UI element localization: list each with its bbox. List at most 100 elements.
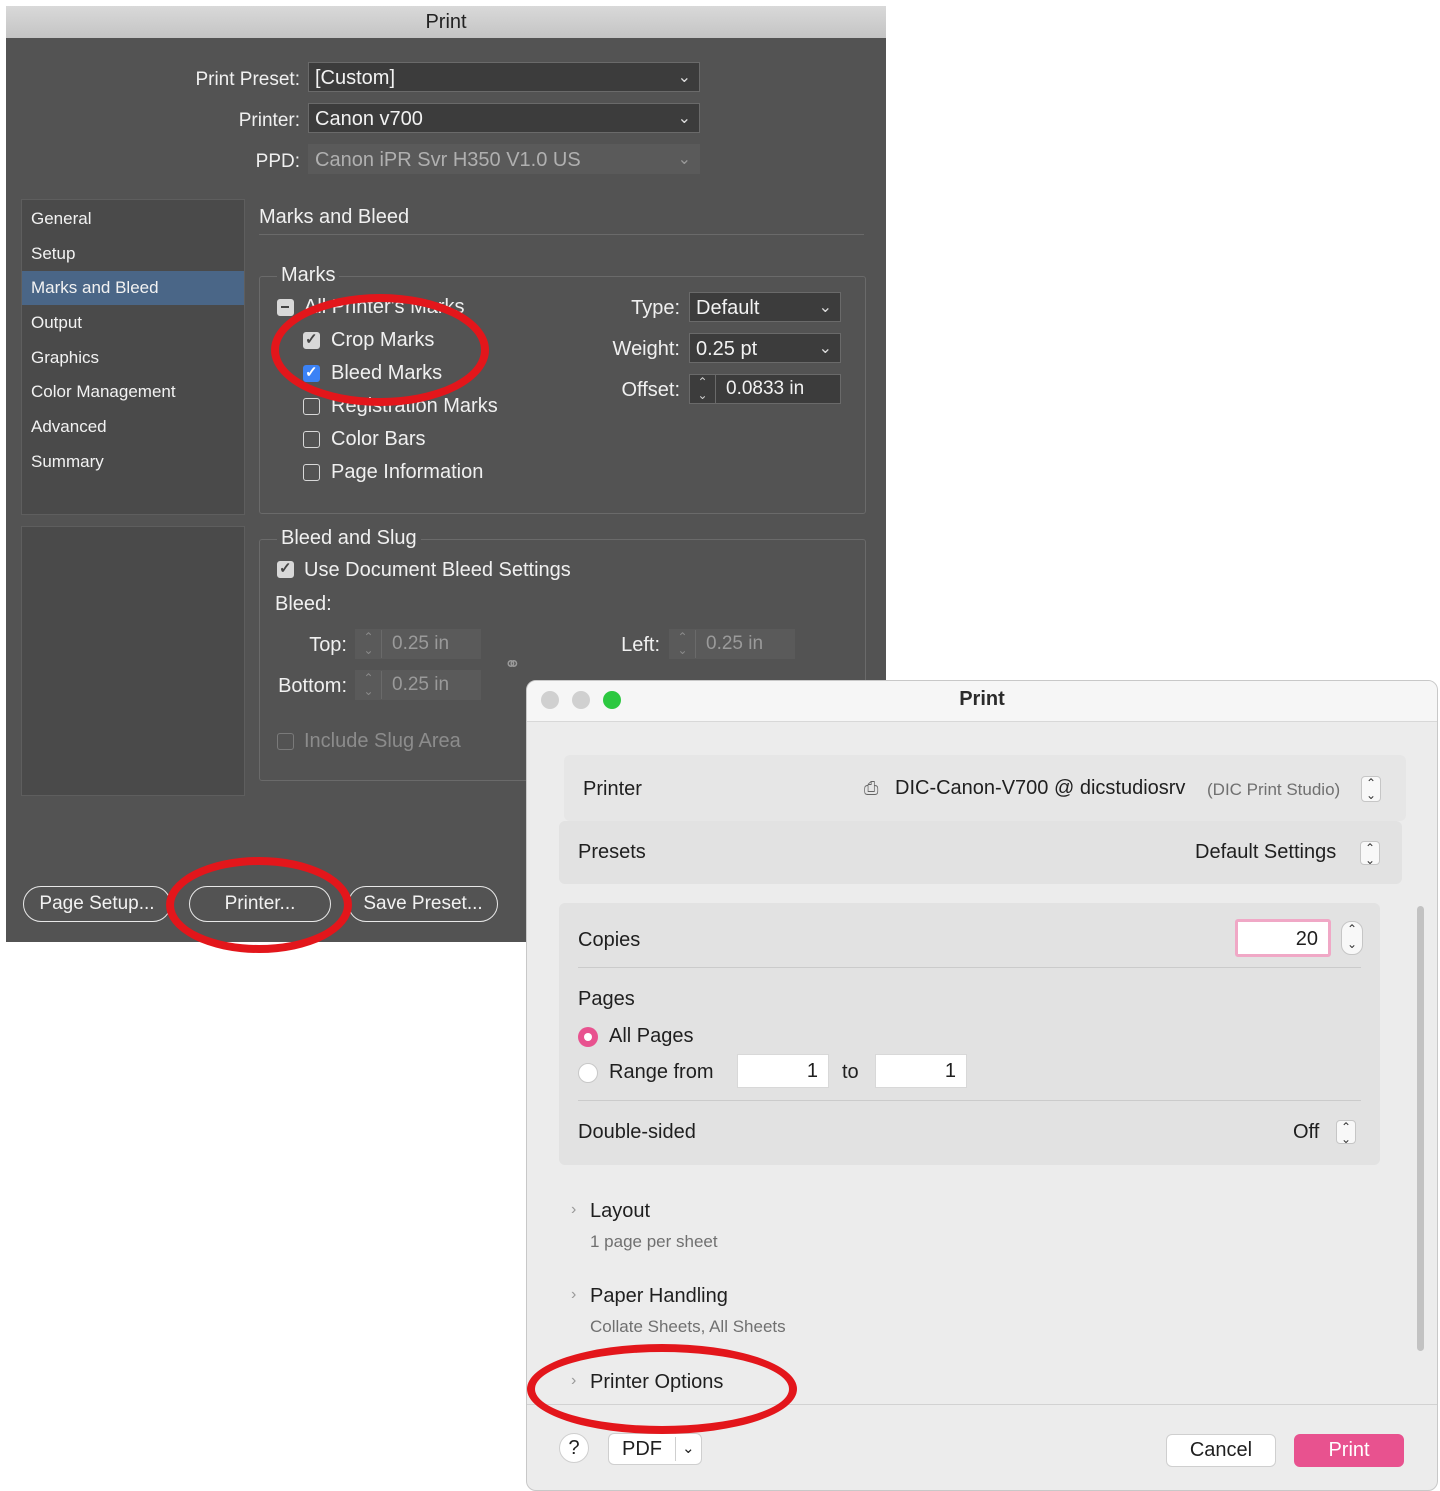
- range-to-label: to: [842, 1061, 859, 1083]
- presets-label: Presets: [578, 841, 646, 863]
- top-label: Top:: [309, 634, 347, 656]
- range-radio[interactable]: [578, 1063, 598, 1083]
- nav-item-general[interactable]: General: [22, 202, 244, 236]
- range-end-input[interactable]: 1: [875, 1054, 967, 1088]
- disclosure-chevron-icon[interactable]: ›: [571, 1372, 576, 1390]
- ppd-label: PPD:: [255, 151, 300, 172]
- radio-dot: [584, 1033, 592, 1041]
- preview-panel: [21, 526, 245, 796]
- use-document-bleed-checkbox[interactable]: [277, 559, 294, 578]
- registration-marks-checkbox[interactable]: [303, 398, 320, 415]
- divider: [578, 1100, 1361, 1101]
- paper-handling-title[interactable]: Paper Handling: [590, 1285, 728, 1308]
- all-printers-marks-label: All Printer's Marks: [304, 296, 465, 318]
- bottom-bleed-stepper: ⌃ ⌄ 0.25 in: [355, 670, 481, 700]
- print-preset-dropdown[interactable]: [Custom] ⌄: [308, 62, 700, 92]
- up-down-chevron-icon[interactable]: ⌃ ⌄: [1361, 776, 1381, 802]
- page-setup-button[interactable]: Page Setup...: [23, 886, 171, 922]
- save-preset-button[interactable]: Save Preset...: [348, 886, 498, 922]
- pdf-label: PDF: [622, 1438, 662, 1460]
- chevron-down-icon: ⌄: [818, 340, 832, 357]
- chevron-down-icon: ⌄: [677, 151, 691, 168]
- divider: [675, 1437, 676, 1461]
- copies-stepper[interactable]: ⌃ ⌄: [1341, 921, 1363, 955]
- stepper-icon[interactable]: ⌃ ⌄: [690, 375, 716, 403]
- print-button[interactable]: Print: [1294, 1434, 1404, 1467]
- disclosure-chevron-icon[interactable]: ›: [571, 1286, 576, 1304]
- print-preset-value: [Custom]: [315, 67, 396, 89]
- type-dropdown[interactable]: Default ⌄: [689, 292, 841, 322]
- registration-marks-label: Registration Marks: [331, 395, 498, 417]
- bleed-marks-checkbox[interactable]: [303, 363, 320, 382]
- presets-value: Default Settings: [1195, 841, 1337, 863]
- ppd-dropdown: Canon iPR Svr H350 V1.0 US ⌄: [308, 144, 700, 174]
- bottom-label: Bottom:: [278, 675, 347, 697]
- printer-value: Canon v700: [315, 108, 423, 130]
- printer-label: Printer:: [238, 110, 300, 131]
- nav-item-advanced[interactable]: Advanced: [22, 410, 244, 444]
- presets-row[interactable]: Presets Default Settings ⌃ ⌄: [559, 821, 1402, 884]
- disclosure-chevron-icon[interactable]: ›: [571, 1201, 576, 1219]
- left-bleed-value: 0.25 in: [706, 633, 764, 654]
- up-down-chevron-icon[interactable]: ⌃ ⌄: [1336, 1120, 1356, 1145]
- nav-item-graphics[interactable]: Graphics: [22, 341, 244, 375]
- dialog-title: Print: [959, 688, 1005, 710]
- divider: [578, 967, 1361, 968]
- copies-input[interactable]: 20: [1235, 919, 1331, 957]
- printer-dropdown[interactable]: Canon v700 ⌄: [308, 103, 700, 133]
- range-from-label: Range from: [609, 1061, 714, 1083]
- divider: [527, 1404, 1437, 1405]
- chevron-down-icon: ⌄: [677, 110, 691, 127]
- stepper-icon: ⌃ ⌄: [670, 630, 696, 658]
- chain-link-icon[interactable]: ⚭: [504, 652, 521, 677]
- divider: [259, 234, 864, 235]
- nav-item-setup[interactable]: Setup: [22, 237, 244, 271]
- bleed-label: Bleed:: [275, 593, 332, 615]
- include-slug-checkbox: [277, 733, 294, 750]
- offset-stepper[interactable]: ⌃ ⌄ 0.0833 in: [689, 374, 841, 404]
- section-title: Marks and Bleed: [259, 206, 410, 228]
- type-label: Type:: [631, 297, 680, 319]
- crop-marks-checkbox[interactable]: [303, 330, 320, 349]
- scrollbar[interactable]: [1417, 906, 1424, 1351]
- bottom-bleed-value: 0.25 in: [392, 674, 450, 695]
- macos-print-dialog: Print Printer ⎙ DIC-Canon-V700 @ dicstud…: [526, 680, 1438, 1491]
- double-sided-value[interactable]: Off: [1293, 1121, 1319, 1144]
- printer-options-title[interactable]: Printer Options: [590, 1371, 723, 1394]
- crop-marks-label: Crop Marks: [331, 329, 435, 351]
- printer-location: (DIC Print Studio): [1207, 780, 1341, 799]
- page-information-label: Page Information: [331, 461, 484, 483]
- top-bleed-value: 0.25 in: [392, 633, 450, 654]
- use-document-bleed-label: Use Document Bleed Settings: [304, 559, 571, 581]
- marks-group-label: Marks: [277, 264, 340, 287]
- title-bar: Print: [527, 681, 1437, 722]
- layout-subtitle: 1 page per sheet: [590, 1232, 718, 1251]
- page-information-checkbox[interactable]: [303, 464, 320, 481]
- all-pages-radio[interactable]: [578, 1027, 598, 1047]
- pdf-menu-button[interactable]: PDF ⌄: [608, 1433, 702, 1465]
- dialog-title: Print: [6, 6, 886, 38]
- nav-item-summary[interactable]: Summary: [22, 445, 244, 479]
- copies-pages-card: Copies 20 ⌃ ⌄ Pages All Pages Range from …: [559, 903, 1380, 1165]
- help-button[interactable]: ?: [559, 1433, 589, 1463]
- nav-item-output[interactable]: Output: [22, 306, 244, 340]
- color-bars-label: Color Bars: [331, 428, 426, 450]
- cancel-button[interactable]: Cancel: [1166, 1434, 1276, 1467]
- nav-item-marks-and-bleed[interactable]: Marks and Bleed: [22, 271, 244, 305]
- copies-label: Copies: [578, 929, 641, 951]
- up-down-chevron-icon[interactable]: ⌃ ⌄: [1360, 841, 1380, 866]
- printer-row[interactable]: Printer ⎙ DIC-Canon-V700 @ dicstudiosrv …: [564, 755, 1406, 821]
- include-slug-label: Include Slug Area: [304, 730, 461, 752]
- left-label: Left:: [621, 634, 660, 656]
- printer-button[interactable]: Printer...: [189, 886, 331, 922]
- pages-label: Pages: [578, 988, 635, 1010]
- range-start-input[interactable]: 1: [737, 1054, 829, 1088]
- bleed-group-label: Bleed and Slug: [277, 527, 421, 550]
- nav-item-color-management[interactable]: Color Management: [22, 375, 244, 409]
- color-bars-checkbox[interactable]: [303, 431, 320, 448]
- all-printers-marks-checkbox[interactable]: [277, 299, 294, 316]
- printer-label: Printer: [583, 778, 642, 800]
- paper-handling-subtitle: Collate Sheets, All Sheets: [590, 1317, 786, 1336]
- layout-title[interactable]: Layout: [590, 1200, 650, 1223]
- weight-dropdown[interactable]: 0.25 pt ⌄: [689, 333, 841, 363]
